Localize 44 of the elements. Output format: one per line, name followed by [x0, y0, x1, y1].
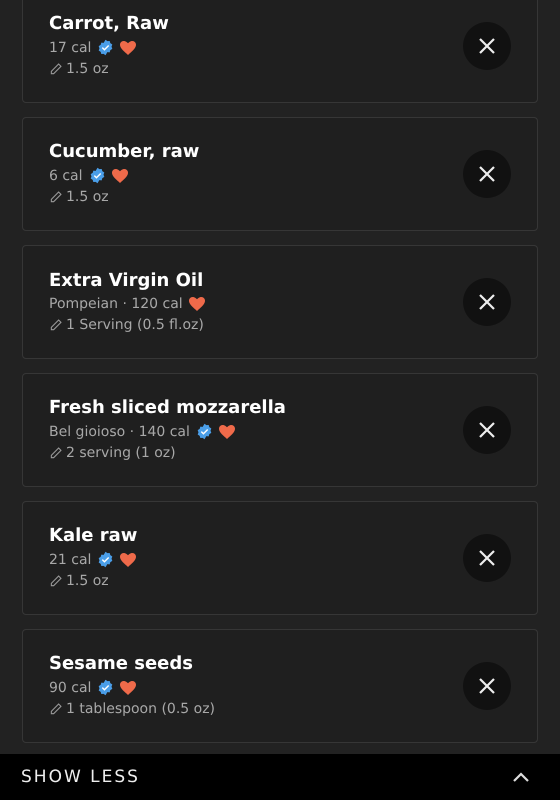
food-calories: 21 cal: [49, 552, 92, 568]
remove-button[interactable]: [463, 22, 511, 70]
food-name: Kale raw: [49, 525, 138, 546]
serving-size: 1 tablespoon (0.5 oz): [66, 701, 216, 717]
pencil-icon[interactable]: [49, 574, 63, 588]
food-name: Cucumber, raw: [49, 141, 200, 162]
food-card[interactable]: Cucumber, raw 6 cal 1.5 oz: [22, 117, 538, 231]
food-card[interactable]: Fresh sliced mozzarella Bel gioioso · 140 cal 2 serving (1 oz): [22, 373, 538, 487]
food-name: Sesame seeds: [49, 653, 194, 674]
serving-size: 1 Serving (0.5 fl.oz): [66, 316, 204, 332]
remove-button[interactable]: [463, 662, 511, 710]
food-card[interactable]: Carrot, Raw 17 cal 1.5 oz: [22, 0, 538, 103]
serving-size: 1.5 oz: [66, 189, 109, 205]
close-icon[interactable]: [478, 677, 496, 695]
close-icon[interactable]: [478, 293, 496, 311]
pencil-icon[interactable]: [49, 62, 63, 76]
food-calories: 17 cal: [49, 40, 92, 56]
chevron-up-icon[interactable]: [512, 772, 530, 782]
food-name: Fresh sliced mozzarella: [49, 397, 287, 418]
serving-size: 1.5 oz: [66, 573, 109, 589]
food-calories: 6 cal: [49, 168, 83, 184]
food-calories: Bel gioioso · 140 cal: [49, 424, 190, 440]
remove-button[interactable]: [463, 534, 511, 582]
pencil-icon[interactable]: [49, 446, 63, 460]
serving-size: 2 serving (1 oz): [66, 445, 176, 461]
close-icon[interactable]: [478, 421, 496, 439]
show-less-button[interactable]: SHOW LESS: [0, 754, 560, 800]
close-icon[interactable]: [478, 165, 496, 183]
food-name: Carrot, Raw: [49, 13, 170, 34]
food-name: Extra Virgin Oil: [49, 270, 204, 290]
close-icon[interactable]: [478, 37, 496, 55]
pencil-icon[interactable]: [49, 702, 63, 716]
remove-button[interactable]: [463, 278, 511, 326]
remove-button[interactable]: [463, 150, 511, 198]
remove-button[interactable]: [463, 406, 511, 454]
food-card[interactable]: Kale raw 21 cal 1.5 oz: [22, 501, 538, 615]
food-card[interactable]: Extra Virgin Oil Pompeian · 120 cal 1 Serving (0.5 fl.oz): [22, 245, 538, 359]
serving-size: 1.5 oz: [66, 61, 109, 77]
pencil-icon[interactable]: [49, 190, 63, 204]
food-card[interactable]: Sesame seeds 90 cal 1 tablespoon (0.5 oz): [22, 629, 538, 743]
close-icon[interactable]: [478, 549, 496, 567]
food-calories: Pompeian · 120 cal: [49, 296, 183, 312]
food-calories: 90 cal: [49, 680, 92, 696]
pencil-icon[interactable]: [49, 318, 63, 332]
